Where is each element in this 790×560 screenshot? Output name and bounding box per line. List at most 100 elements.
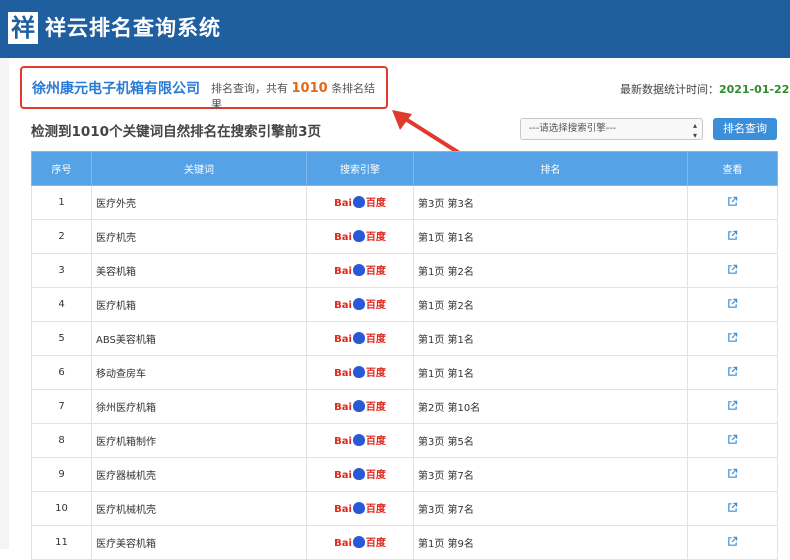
external-link-icon[interactable]	[727, 536, 738, 547]
table-row: 11 医疗美容机箱 Bai 百度 第1页 第9名	[31, 525, 778, 560]
detection-summary: 检测到1010个关键词自然排名在搜索引擎前3页	[31, 124, 321, 140]
table-body: 1 医疗外壳 Bai 百度 第3页 第3名 2 医疗机壳 Bai 百度 第1页 第1名 3 美容机箱 B…	[31, 185, 778, 560]
row-keyword: 徐州医疗机箱	[91, 389, 307, 424]
row-rank: 第1页 第1名	[413, 321, 688, 356]
row-engine: Bai 百度	[306, 525, 414, 560]
table-row: 5 ABS美容机箱 Bai 百度 第1页 第1名	[31, 321, 778, 356]
baidu-logo-icon: Bai 百度	[334, 229, 386, 243]
table-row: 4 医疗机箱 Bai 百度 第1页 第2名	[31, 287, 778, 322]
company-name: 徐州康元电子机箱有限公司	[32, 81, 200, 97]
row-engine: Bai 百度	[306, 287, 414, 322]
baidu-logo-icon: Bai 百度	[334, 365, 386, 379]
table-row: 6 移动查房车 Bai 百度 第1页 第1名	[31, 355, 778, 390]
baidu-logo-icon: Bai 百度	[334, 195, 386, 209]
row-engine: Bai 百度	[306, 355, 414, 390]
row-view	[687, 185, 778, 220]
stats-date: 2021-01-22	[719, 83, 790, 96]
row-engine: Bai 百度	[306, 185, 414, 220]
row-engine: Bai 百度	[306, 253, 414, 288]
stats-time-label: 最新数据统计时间：	[620, 83, 719, 96]
row-index: 9	[31, 457, 92, 492]
row-engine: Bai 百度	[306, 389, 414, 424]
app-logo: 祥	[8, 12, 38, 44]
row-rank: 第1页 第1名	[413, 219, 688, 254]
header-engine: 搜索引擎	[306, 151, 414, 186]
table-row: 8 医疗机箱制作 Bai 百度 第3页 第5名	[31, 423, 778, 458]
baidu-logo-icon: Bai 百度	[334, 433, 386, 447]
row-keyword: 医疗机箱	[91, 287, 307, 322]
table-row: 7 徐州医疗机箱 Bai 百度 第2页 第10名	[31, 389, 778, 424]
row-view	[687, 457, 778, 492]
header-view: 查看	[687, 151, 778, 186]
row-rank: 第3页 第7名	[413, 457, 688, 492]
row-keyword: 移动查房车	[91, 355, 307, 390]
baidu-logo-icon: Bai 百度	[334, 501, 386, 515]
row-index: 1	[31, 185, 92, 220]
baidu-logo-icon: Bai 百度	[334, 535, 386, 549]
row-rank: 第3页 第5名	[413, 423, 688, 458]
row-index: 6	[31, 355, 92, 390]
external-link-icon[interactable]	[727, 502, 738, 513]
row-view	[687, 423, 778, 458]
search-engine-select[interactable]: ---请选择搜索引擎--- ▴ ▾	[520, 118, 703, 140]
table-row: 10 医疗机械机壳 Bai 百度 第3页 第7名	[31, 491, 778, 526]
row-view	[687, 355, 778, 390]
row-rank: 第2页 第10名	[413, 389, 688, 424]
company-summary-prefix: 排名查询，共有	[211, 82, 288, 95]
external-link-icon[interactable]	[727, 468, 738, 479]
row-keyword: 美容机箱	[91, 253, 307, 288]
row-engine: Bai 百度	[306, 321, 414, 356]
external-link-icon[interactable]	[727, 434, 738, 445]
external-link-icon[interactable]	[727, 332, 738, 343]
row-index: 2	[31, 219, 92, 254]
stats-time: 最新数据统计时间：2021-01-22	[620, 81, 789, 97]
baidu-logo-icon: Bai 百度	[334, 399, 386, 413]
external-link-icon[interactable]	[727, 298, 738, 309]
row-view	[687, 389, 778, 424]
row-index: 11	[31, 525, 92, 560]
external-link-icon[interactable]	[727, 366, 738, 377]
table-row: 3 美容机箱 Bai 百度 第1页 第2名	[31, 253, 778, 288]
table-row: 2 医疗机壳 Bai 百度 第1页 第1名	[31, 219, 778, 254]
select-arrows-icon: ▴ ▾	[692, 121, 697, 140]
external-link-icon[interactable]	[727, 196, 738, 207]
row-index: 4	[31, 287, 92, 322]
rank-query-button[interactable]: 排名查询	[713, 118, 777, 140]
header-keyword: 关键词	[91, 151, 307, 186]
company-highlight-box: 徐州康元电子机箱有限公司 排名查询，共有 1010 条排名结果	[20, 66, 388, 112]
row-index: 3	[31, 253, 92, 288]
row-view	[687, 253, 778, 288]
baidu-logo-icon: Bai 百度	[334, 297, 386, 311]
row-keyword: 医疗外壳	[91, 185, 307, 220]
table-row: 9 医疗器械机壳 Bai 百度 第3页 第7名	[31, 457, 778, 492]
baidu-logo-icon: Bai 百度	[334, 467, 386, 481]
app-header: 祥 祥云排名查询系统	[0, 0, 790, 58]
row-rank: 第1页 第2名	[413, 287, 688, 322]
external-link-icon[interactable]	[727, 264, 738, 275]
table-row: 1 医疗外壳 Bai 百度 第3页 第3名	[31, 185, 778, 220]
external-link-icon[interactable]	[727, 230, 738, 241]
row-keyword: 医疗机箱制作	[91, 423, 307, 458]
row-keyword: 医疗机械机壳	[91, 491, 307, 526]
baidu-logo-icon: Bai 百度	[334, 263, 386, 277]
row-rank: 第3页 第7名	[413, 491, 688, 526]
row-view	[687, 287, 778, 322]
ranking-table: 序号 关键词 搜索引擎 排名 查看 1 医疗外壳 Bai 百度 第3页 第3名 2 医疗机壳…	[31, 151, 778, 560]
app-title: 祥云排名查询系统	[45, 16, 221, 40]
row-index: 10	[31, 491, 92, 526]
row-index: 5	[31, 321, 92, 356]
row-view	[687, 321, 778, 356]
row-index: 8	[31, 423, 92, 458]
row-view	[687, 525, 778, 560]
table-header-row: 序号 关键词 搜索引擎 排名 查看	[31, 151, 778, 186]
external-link-icon[interactable]	[727, 400, 738, 411]
row-keyword: 医疗机壳	[91, 219, 307, 254]
header-rank: 排名	[413, 151, 688, 186]
row-keyword: 医疗美容机箱	[91, 525, 307, 560]
row-index: 7	[31, 389, 92, 424]
header-index: 序号	[31, 151, 92, 186]
row-rank: 第3页 第3名	[413, 185, 688, 220]
row-keyword: 医疗器械机壳	[91, 457, 307, 492]
company-summary: 排名查询，共有 1010 条排名结果	[211, 80, 386, 112]
row-keyword: ABS美容机箱	[91, 321, 307, 356]
